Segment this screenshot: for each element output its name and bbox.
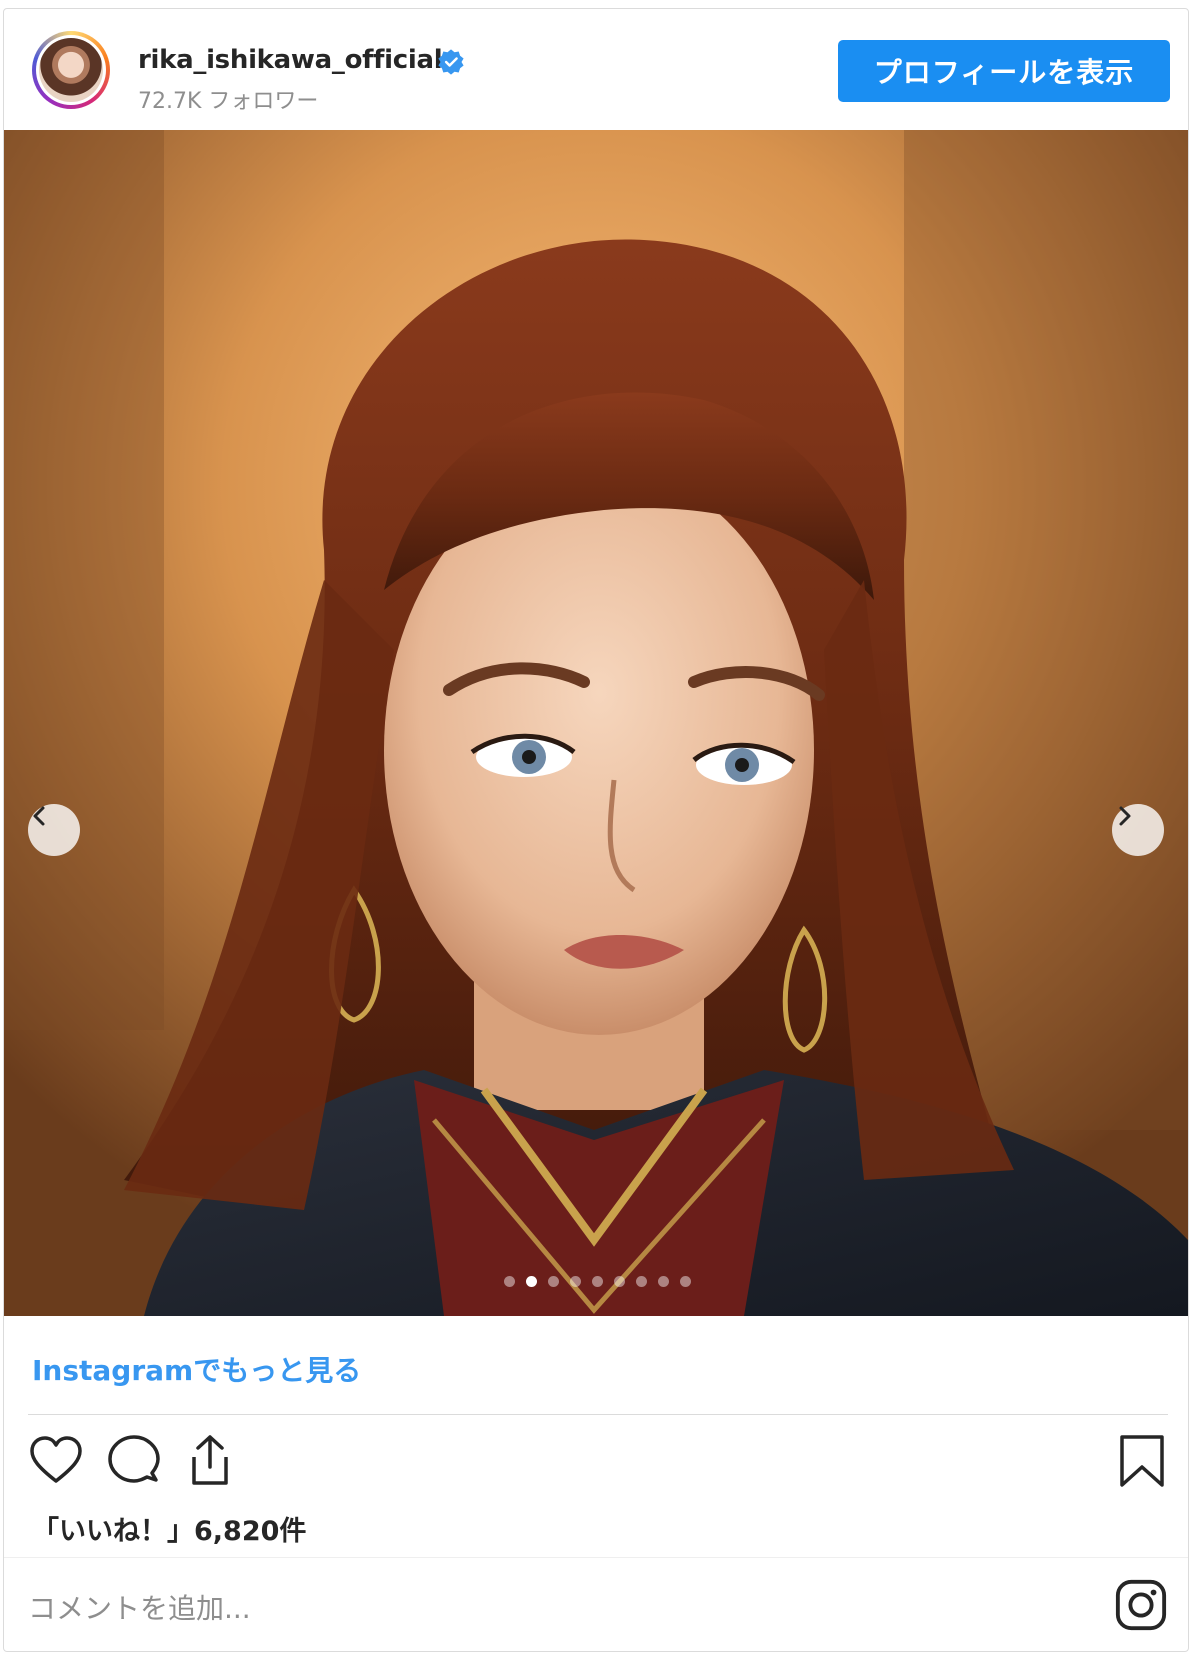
instagram-icon[interactable] <box>1114 1578 1168 1632</box>
action-bar <box>4 1433 1188 1497</box>
heart-icon[interactable] <box>28 1433 84 1489</box>
divider <box>28 1414 1168 1415</box>
post-header: rika_ishikawa_official 72.7K フォロワー プロフィー… <box>4 9 1188 129</box>
carousel-prev-button[interactable] <box>28 804 80 856</box>
share-icon[interactable] <box>182 1433 238 1489</box>
carousel-dot <box>636 1276 647 1287</box>
username[interactable]: rika_ishikawa_official <box>138 45 443 75</box>
carousel-dot <box>548 1276 559 1287</box>
chevron-left-icon <box>33 806 45 826</box>
carousel-dot <box>592 1276 603 1287</box>
carousel-dot <box>658 1276 669 1287</box>
view-profile-button[interactable]: プロフィールを表示 <box>838 40 1170 102</box>
view-more-on-instagram-link[interactable]: Instagramでもっと見る <box>32 1349 361 1389</box>
carousel-dot <box>680 1276 691 1287</box>
divider <box>4 1557 1188 1558</box>
portrait-illustration <box>4 130 1188 1316</box>
verified-badge-icon <box>438 49 464 75</box>
follower-count: 72.7K フォロワー <box>138 89 319 114</box>
chevron-right-icon <box>1119 806 1131 826</box>
carousel-dot <box>570 1276 581 1287</box>
comment-icon[interactable] <box>106 1433 162 1489</box>
post-photo[interactable] <box>4 130 1188 1316</box>
bookmark-icon[interactable] <box>1114 1433 1170 1489</box>
carousel-indicator <box>504 1276 691 1287</box>
avatar[interactable] <box>32 31 110 109</box>
add-comment-input[interactable]: コメントを追加... <box>28 1587 251 1627</box>
carousel-next-button[interactable] <box>1112 804 1164 856</box>
carousel-dot <box>504 1276 515 1287</box>
carousel-dot-active <box>526 1276 537 1287</box>
instagram-embed-card: rika_ishikawa_official 72.7K フォロワー プロフィー… <box>3 8 1189 1652</box>
like-count[interactable]: 「いいね！」6,820件 <box>32 1509 306 1548</box>
carousel-dot <box>614 1276 625 1287</box>
